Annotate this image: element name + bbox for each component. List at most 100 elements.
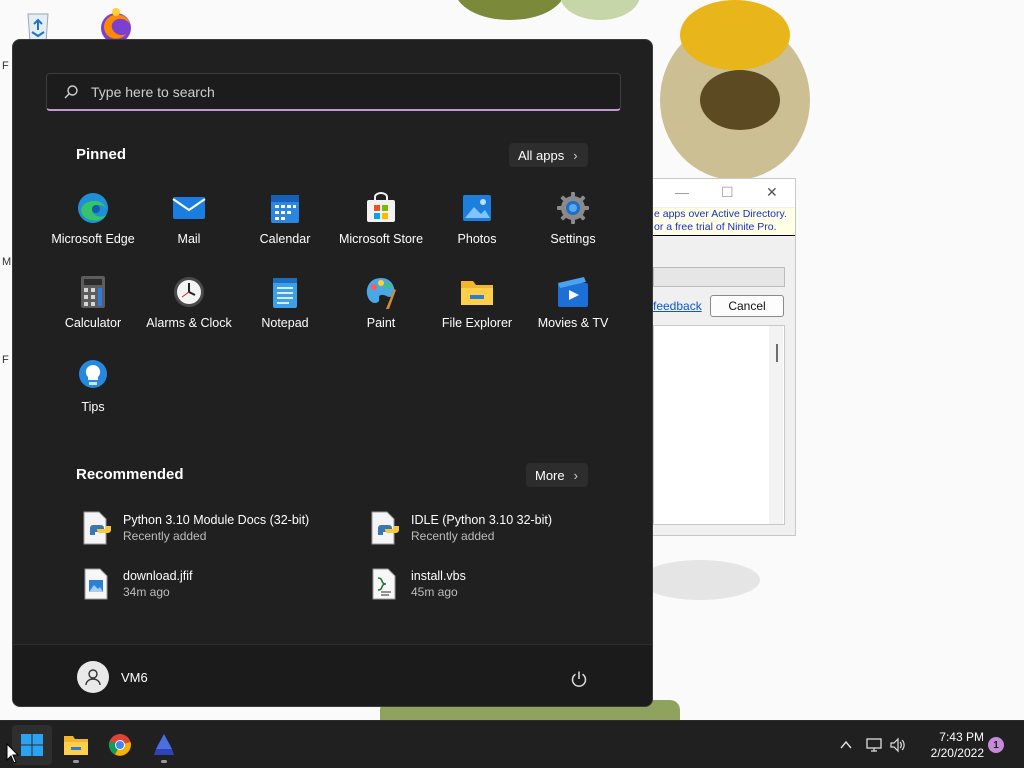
speaker-icon [890, 737, 905, 753]
dialog-titlebar: — ☐ ✕ [653, 179, 795, 207]
python-doc-icon [79, 510, 113, 546]
recommended-title: Recommended [76, 466, 184, 483]
calendar-icon [267, 190, 303, 226]
app-label: Tips [81, 400, 105, 414]
pinned-app-alarms-clock[interactable]: Alarms & Clock [141, 268, 237, 342]
all-apps-button[interactable]: All apps › [509, 143, 588, 167]
clock-date: 2/20/2022 [930, 746, 984, 760]
paint-icon [363, 274, 399, 310]
chevron-right-icon: › [573, 467, 578, 483]
user-name: VM6 [121, 669, 148, 685]
installer-dialog: — ☐ ✕ e apps over Active Directory. or a… [652, 178, 796, 536]
minimize-icon[interactable]: — [675, 184, 689, 200]
script-file-icon [367, 566, 401, 602]
wallpaper-shape [680, 0, 790, 70]
pinned-app-calendar[interactable]: Calendar [237, 184, 333, 258]
calculator-icon [75, 274, 111, 310]
network-button[interactable] [862, 733, 886, 757]
chevron-up-icon [840, 740, 852, 749]
close-icon[interactable]: ✕ [766, 184, 778, 201]
ninite-pro-ad[interactable]: e apps over Active Directory. or a free … [653, 208, 795, 236]
taskbar: 7:43 PM 2/20/2022 1 [0, 720, 1024, 768]
feedback-link[interactable]: feedback [653, 299, 702, 313]
scrollbar-thumb[interactable] [776, 344, 778, 362]
pinned-app-microsoft-edge[interactable]: Microsoft Edge [45, 184, 141, 258]
ad-line-1: e apps over Active Directory. [654, 208, 787, 220]
image-file-icon [79, 566, 113, 602]
maximize-icon[interactable]: ☐ [721, 184, 734, 201]
recommended-item-install-vbs[interactable]: install.vbs 45m ago [365, 562, 625, 606]
user-icon [85, 669, 101, 686]
app-label: Notepad [261, 316, 309, 330]
volume-button[interactable] [886, 733, 910, 757]
pinned-app-calculator[interactable]: Calculator [45, 268, 141, 342]
app-label: Microsoft Store [338, 232, 424, 246]
power-icon [571, 671, 587, 687]
pinned-app-file-explorer[interactable]: File Explorer [429, 268, 525, 342]
app-label: Alarms & Clock [146, 316, 232, 330]
recommended-item-download-jfif[interactable]: download.jfif 34m ago [77, 562, 337, 606]
pinned-app-movies-tv[interactable]: Movies & TV [525, 268, 621, 342]
pinned-app-mail[interactable]: Mail [141, 184, 237, 258]
ninite-icon [154, 734, 174, 755]
desktop-edge-text: M [2, 256, 12, 268]
folder-icon [64, 736, 88, 755]
ad-line-2: or a free trial of Ninite Pro. [654, 221, 777, 233]
python-idle-icon [367, 510, 401, 546]
pinned-app-tips[interactable]: Tips [45, 352, 141, 426]
app-label: Settings [550, 232, 596, 246]
app-label: Photos [457, 232, 497, 246]
pinned-app-microsoft-store[interactable]: Microsoft Store [333, 184, 429, 258]
app-label: File Explorer [441, 316, 513, 330]
clock-time: 7:43 PM [939, 730, 984, 744]
mouse-cursor-icon [6, 743, 20, 764]
notepad-icon [267, 274, 303, 310]
recommended-item-idle[interactable]: IDLE (Python 3.10 32-bit) Recently added [365, 506, 625, 550]
cancel-button[interactable]: Cancel [710, 295, 784, 317]
recommended-item-name: IDLE (Python 3.10 32-bit) [411, 513, 553, 527]
pinned-app-paint[interactable]: Paint [333, 268, 429, 342]
network-icon [866, 738, 882, 752]
app-label: Microsoft Edge [51, 232, 135, 246]
taskbar-chrome[interactable] [100, 725, 140, 765]
notification-badge[interactable]: 1 [988, 737, 1004, 753]
user-account-button[interactable]: VM6 [77, 661, 148, 693]
folder-icon [459, 274, 495, 310]
search-box[interactable] [46, 73, 621, 111]
taskbar-ninite[interactable] [144, 725, 184, 765]
search-input[interactable] [91, 83, 591, 100]
avatar [77, 661, 109, 693]
recommended-item-subtitle: 45m ago [411, 585, 458, 599]
pinned-title: Pinned [76, 146, 127, 163]
recommended-item-name: download.jfif [123, 569, 193, 583]
wallpaper-shape [560, 0, 640, 20]
photos-icon [459, 190, 495, 226]
lightbulb-icon [75, 358, 111, 394]
start-menu: Pinned All apps › Microsoft Edge Mail Ca… [12, 39, 653, 707]
all-apps-label: All apps [518, 147, 565, 163]
taskbar-clock[interactable]: 7:43 PM 2/20/2022 [914, 729, 984, 761]
running-indicator [161, 760, 167, 763]
show-hidden-icons-button[interactable] [834, 733, 858, 757]
pinned-app-notepad[interactable]: Notepad [237, 268, 333, 342]
app-label: Movies & TV [537, 316, 609, 330]
pinned-app-photos[interactable]: Photos [429, 184, 525, 258]
power-button[interactable] [569, 669, 589, 689]
chrome-icon [108, 734, 131, 756]
start-footer: VM6 [13, 644, 652, 706]
recommended-item-python-docs[interactable]: Python 3.10 Module Docs (32-bit) Recentl… [77, 506, 337, 550]
pinned-app-settings[interactable]: Settings [525, 184, 621, 258]
recommended-item-subtitle: 34m ago [123, 585, 170, 599]
recommended-item-subtitle: Recently added [411, 529, 495, 543]
log-textarea[interactable] [653, 325, 785, 525]
edge-icon [75, 190, 111, 226]
wallpaper-shape [455, 0, 565, 20]
app-label: Mail [177, 232, 201, 246]
more-button[interactable]: More › [526, 463, 588, 487]
taskbar-file-explorer[interactable] [56, 725, 96, 765]
wallpaper-shape [640, 560, 760, 600]
app-label: Calendar [259, 232, 311, 246]
wallpaper-shape [700, 70, 780, 130]
recommended-item-name: Python 3.10 Module Docs (32-bit) [123, 513, 310, 527]
more-label: More [535, 467, 565, 483]
